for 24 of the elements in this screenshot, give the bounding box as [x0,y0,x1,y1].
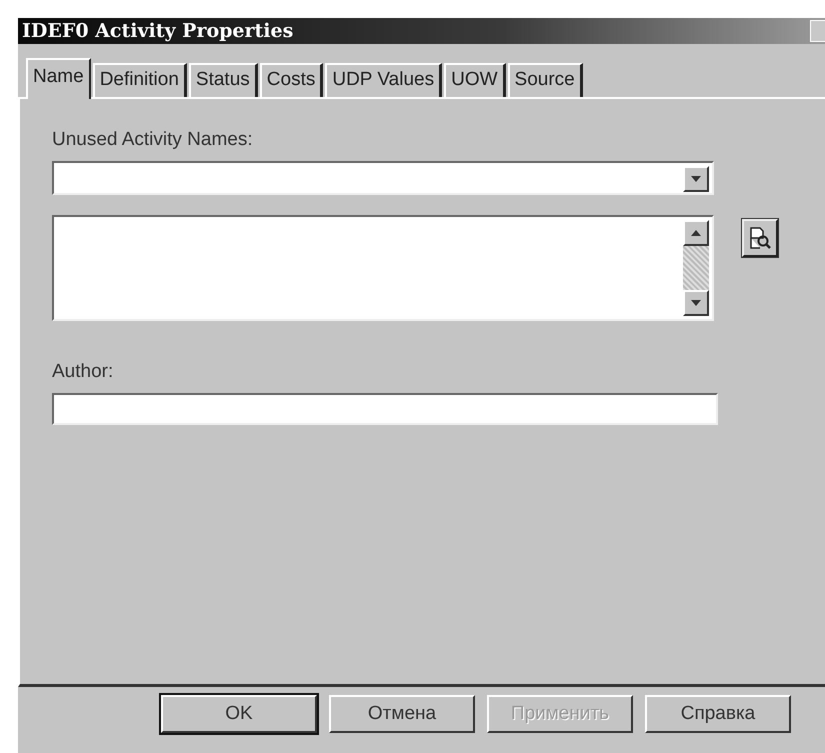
dialog-button[interactable]: OK [161,695,317,733]
preview-button[interactable] [742,219,778,257]
tab[interactable]: Status [188,63,258,97]
page-magnifier-icon [748,226,772,250]
down-arrow-icon [690,299,702,307]
dropdown-button[interactable] [683,166,709,192]
dialog-button[interactable]: Справка [645,695,791,733]
tab[interactable]: Definition [92,63,187,97]
author-field[interactable] [52,393,718,425]
tab[interactable]: Name [26,58,91,99]
tab[interactable]: Costs [260,63,324,97]
tab[interactable]: UOW [444,63,506,97]
tab[interactable]: Source [508,63,583,97]
field-label: Unused Activity Names: [52,129,254,151]
up-arrow-icon [690,229,702,237]
scroll-down-button[interactable] [683,290,709,316]
window-title: IDEF0 Activity Properties [21,20,294,42]
down-arrow-icon [690,175,702,183]
field-label: Author: [52,361,114,383]
text-area[interactable] [52,215,714,321]
dialog-button[interactable]: Отмена [329,695,475,733]
tab[interactable]: UDP Values [325,63,442,97]
dropdown-field[interactable] [52,161,714,195]
scroll-up-button[interactable] [683,220,709,246]
